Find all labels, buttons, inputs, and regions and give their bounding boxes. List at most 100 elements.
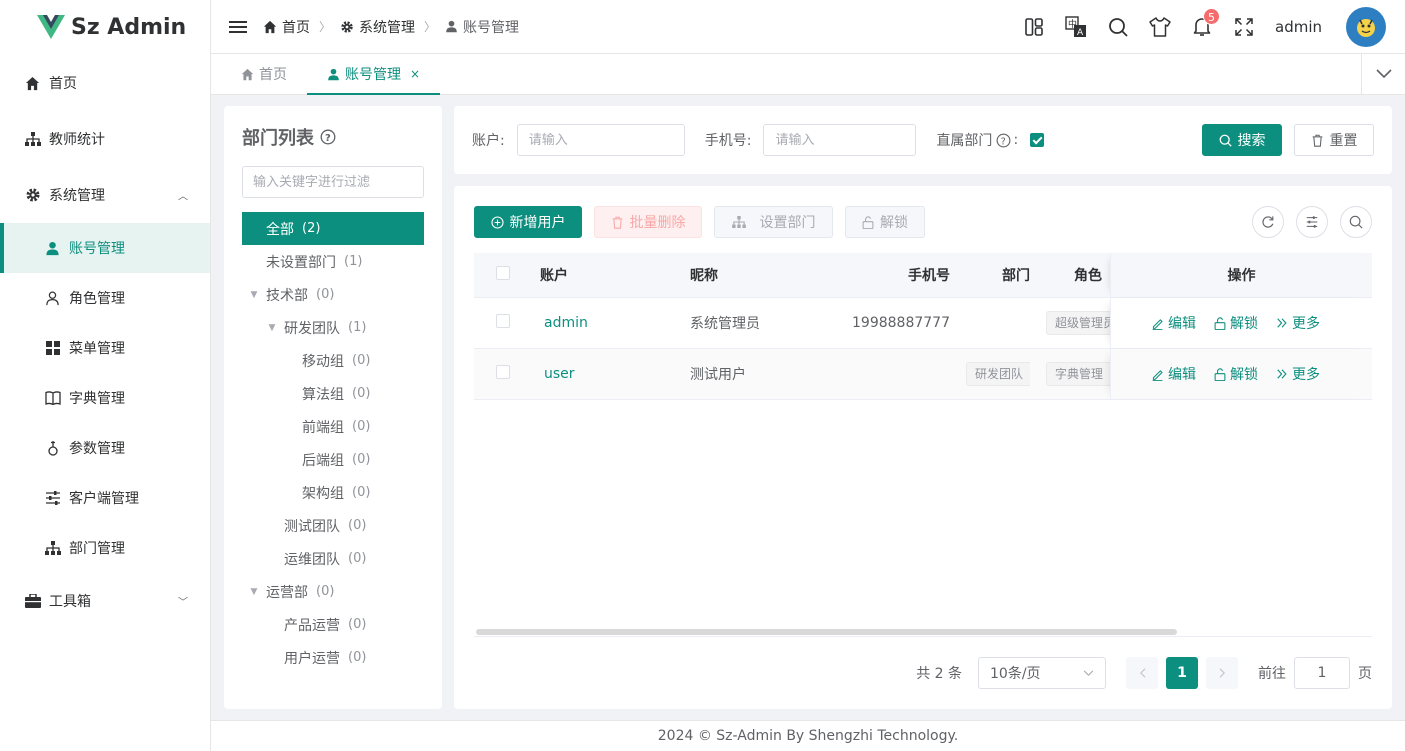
more-button[interactable]: 更多	[1276, 313, 1320, 333]
caret-down-icon[interactable]: ▼	[246, 587, 262, 597]
phone-input[interactable]	[763, 124, 917, 156]
sidebar-item-system[interactable]: 系统管理 ︿	[0, 167, 210, 223]
more-button[interactable]: 更多	[1276, 364, 1320, 384]
double-chevron-right-icon	[1277, 318, 1287, 328]
search-button[interactable]: 搜索	[1202, 124, 1282, 156]
col-account: 账户	[540, 268, 568, 284]
tree-node[interactable]: 用户运营 (0)	[242, 641, 424, 674]
edit-button[interactable]: 编辑	[1151, 313, 1196, 333]
cell-account-link[interactable]: user	[530, 366, 680, 382]
tree-node[interactable]: 前端组 (0)	[242, 410, 424, 443]
close-icon[interactable]: ×	[410, 67, 420, 81]
tree-node-count: (2)	[302, 221, 321, 236]
vue-logo-icon	[37, 15, 65, 39]
next-page-button[interactable]	[1206, 657, 1238, 689]
dept-title-text: 部门列表	[242, 128, 314, 149]
page-suffix: 页	[1358, 666, 1372, 682]
edit-label: 编辑	[1168, 367, 1196, 383]
help-icon[interactable]: ?	[320, 129, 336, 145]
cell-phone: 19988887777	[852, 315, 950, 331]
caret-down-icon[interactable]: ▼	[246, 290, 262, 300]
chevron-right-icon	[1219, 668, 1225, 678]
tree-node[interactable]: 未设置部门 (1)	[242, 245, 424, 278]
select-all-checkbox[interactable]	[496, 266, 510, 280]
account-input[interactable]	[516, 124, 685, 156]
sidebar-item-account[interactable]: 账号管理	[0, 223, 210, 273]
sidebar-item-dept[interactable]: 部门管理	[0, 523, 210, 573]
cell-account-link[interactable]: admin	[530, 315, 680, 331]
breadcrumb-item-system[interactable]: 系统管理	[340, 17, 415, 37]
tree-node-label: 前端组	[302, 419, 344, 436]
avatar[interactable]	[1346, 6, 1386, 47]
toggle-search-icon[interactable]	[1340, 206, 1372, 238]
dept-filter-input[interactable]	[242, 166, 424, 198]
unlock-button[interactable]: 解锁	[845, 206, 925, 238]
tree-node[interactable]: 测试团队 (0)	[242, 509, 424, 542]
translate-icon[interactable]: 中A	[1055, 0, 1097, 54]
sidebar: Sz Admin 首页 教师统计 系统管理 ︿ 账号管理 角色管理 菜单管理 字…	[0, 0, 211, 751]
search-icon[interactable]	[1097, 0, 1139, 54]
row-checkbox[interactable]	[496, 314, 510, 328]
direct-dept-checkbox[interactable]	[1030, 133, 1045, 147]
unlock-row-button[interactable]: 解锁	[1214, 313, 1258, 333]
username[interactable]: admin	[1275, 18, 1322, 36]
tree-node[interactable]: 算法组 (0)	[242, 377, 424, 410]
fullscreen-icon[interactable]	[1223, 0, 1265, 54]
sidebar-item-home[interactable]: 首页	[0, 55, 210, 111]
add-user-button[interactable]: 新增用户	[474, 206, 582, 238]
tree-node-count: (0)	[348, 617, 367, 632]
batch-delete-button[interactable]: 批量删除	[594, 206, 702, 238]
role-tag: 字典管理	[1046, 362, 1110, 386]
chevron-down-icon	[1083, 669, 1094, 676]
sidebar-item-dict[interactable]: 字典管理	[0, 373, 210, 423]
reset-button[interactable]: 重置	[1294, 124, 1374, 156]
sidebar-item-param[interactable]: 参数管理	[0, 423, 210, 473]
sidebar-item-role[interactable]: 角色管理	[0, 273, 210, 323]
sidebar-item-label: 账号管理	[69, 241, 125, 257]
sidebar-item-teacher-stats[interactable]: 教师统计	[0, 111, 210, 167]
tree-node-all[interactable]: 全部 (2)	[242, 212, 424, 245]
tree-node[interactable]: ▼ 技术部 (0)	[242, 278, 424, 311]
tree-node[interactable]: 架构组 (0)	[242, 476, 424, 509]
sidebar-item-client[interactable]: 客户端管理	[0, 473, 210, 523]
tree-node[interactable]: 后端组 (0)	[242, 443, 424, 476]
header: 首页 〉 系统管理 〉 账号管理 中A 5 admin	[211, 0, 1405, 54]
set-dept-button[interactable]: 设置部门	[714, 206, 833, 238]
tab-account[interactable]: 账号管理 ×	[307, 54, 441, 95]
logo[interactable]: Sz Admin	[0, 0, 210, 54]
sidebar-item-toolbox[interactable]: 工具箱 ﹀	[0, 573, 210, 629]
edit-icon	[1152, 318, 1163, 330]
horizontal-scrollbar[interactable]	[476, 629, 1177, 635]
page-number-current[interactable]: 1	[1166, 657, 1198, 689]
edit-button[interactable]: 编辑	[1151, 364, 1196, 384]
tab-label: 账号管理	[345, 67, 401, 83]
tree-node[interactable]: 运维团队 (0)	[242, 542, 424, 575]
goto-label: 前往	[1258, 666, 1286, 682]
tab-home[interactable]: 首页	[221, 54, 307, 94]
tree-node[interactable]: 产品运营 (0)	[242, 608, 424, 641]
tree-node-count: (0)	[352, 386, 371, 401]
tabs-dropdown-chevron-icon[interactable]	[1361, 54, 1405, 94]
cell-nickname: 系统管理员	[690, 316, 760, 332]
tree-node-count: (1)	[348, 320, 367, 335]
goto-page-input[interactable]	[1294, 657, 1350, 689]
bell-icon[interactable]: 5	[1181, 0, 1223, 54]
row-checkbox[interactable]	[496, 365, 510, 379]
breadcrumb-item-home[interactable]: 首页	[263, 17, 310, 37]
layout-icon[interactable]	[1013, 0, 1055, 54]
tree-node[interactable]: 移动组 (0)	[242, 344, 424, 377]
theme-shirt-icon[interactable]	[1139, 0, 1181, 54]
tree-node-label: 研发团队	[284, 320, 340, 337]
prev-page-button[interactable]	[1126, 657, 1158, 689]
caret-down-icon[interactable]: ▼	[264, 323, 280, 333]
sidebar-item-menu[interactable]: 菜单管理	[0, 323, 210, 373]
help-icon[interactable]: ?	[996, 133, 1011, 148]
user-icon	[328, 68, 339, 80]
refresh-icon[interactable]	[1252, 206, 1284, 238]
column-settings-icon[interactable]	[1296, 206, 1328, 238]
tree-node[interactable]: ▼ 研发团队 (1)	[242, 311, 424, 344]
menu-toggle-icon[interactable]	[229, 18, 247, 36]
unlock-row-button[interactable]: 解锁	[1214, 364, 1258, 384]
tree-node[interactable]: ▼ 运营部 (0)	[242, 575, 424, 608]
page-size-select[interactable]: 10条/页	[978, 657, 1106, 689]
